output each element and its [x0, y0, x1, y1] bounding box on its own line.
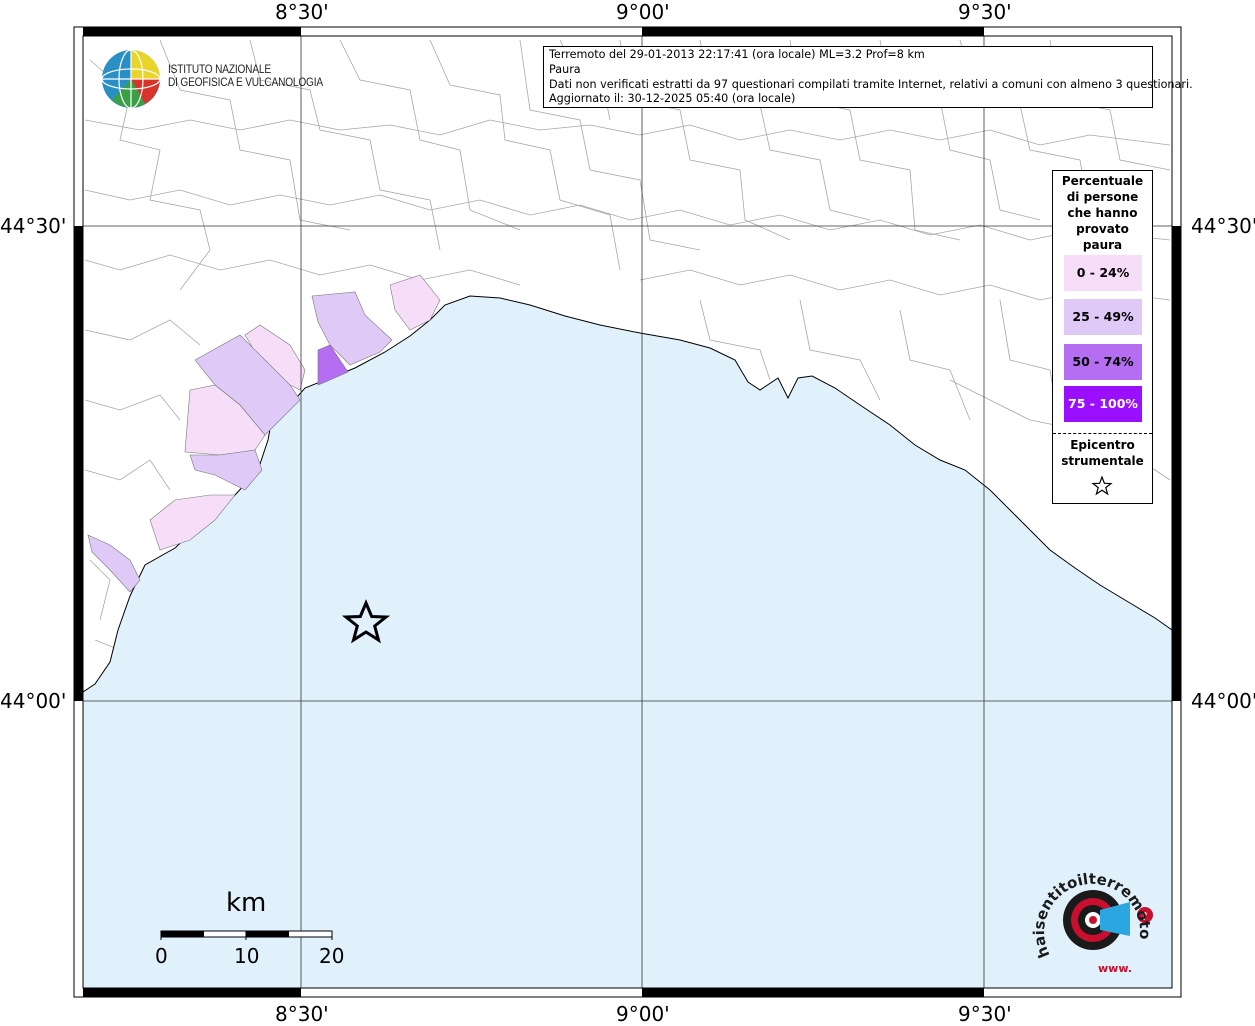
latitude-label-left-1: 44°30' [0, 214, 67, 238]
longitude-label-top-1: 8°30' [275, 0, 329, 24]
ingv-name: ISTITUTO NAZIONALE DI GEOFISICA E VULCAN… [168, 64, 323, 90]
legend-item-75-100: 75 - 100% [1064, 386, 1142, 422]
legend-title: Percentuale di persone che hanno provato… [1061, 174, 1144, 252]
ingv-globe-logo [101, 49, 161, 109]
legend-star-icon [1091, 475, 1113, 496]
map-type: Paura [549, 62, 581, 76]
data-note: Dati non verificati estratti da 97 quest… [549, 77, 1193, 91]
scale-unit: km [226, 888, 267, 918]
svg-text:www.: www. [1098, 962, 1132, 975]
longitude-label-bottom-3: 9°30' [958, 1002, 1012, 1026]
longitude-label-top-3: 9°30' [958, 0, 1012, 24]
scale-tick-0: 0 [155, 944, 168, 968]
latitude-label-left-2: 44°00' [0, 689, 67, 713]
haisentito-badge-logo: ? haisentitoilterremoto.it www. [1030, 860, 1154, 975]
update-time: Aggiornato il: 30-12-2025 05:40 (ora loc… [549, 92, 796, 106]
legend: Percentuale di persone che hanno provato… [1052, 170, 1153, 504]
ingv-name-line2: DI GEOFISICA E VULCANOLOGIA [168, 77, 323, 89]
legend-epicenter-label: Epicentro strumentale [1061, 438, 1144, 468]
longitude-label-bottom-2: 9°00' [616, 1002, 670, 1026]
legend-item-0-24: 0 - 24% [1064, 255, 1142, 291]
legend-item-50-74: 50 - 74% [1064, 344, 1142, 380]
scale-tick-10: 10 [234, 944, 260, 968]
longitude-label-bottom-1: 8°30' [275, 1002, 329, 1026]
longitude-label-top-2: 9°00' [616, 0, 670, 24]
legend-item-25-49: 25 - 49% [1064, 299, 1142, 335]
scale-tick-20: 20 [319, 944, 345, 968]
latitude-label-right-2: 44°00' [1191, 689, 1255, 713]
event-title: Terremoto del 29-01-2013 22:17:41 (ora l… [549, 48, 925, 61]
event-info-box: Terremoto del 29-01-2013 22:17:41 (ora l… [543, 46, 1193, 108]
ingv-name-line1: ISTITUTO NAZIONALE [168, 64, 271, 76]
latitude-label-right-1: 44°30' [1191, 214, 1255, 238]
legend-separator [1053, 433, 1152, 434]
